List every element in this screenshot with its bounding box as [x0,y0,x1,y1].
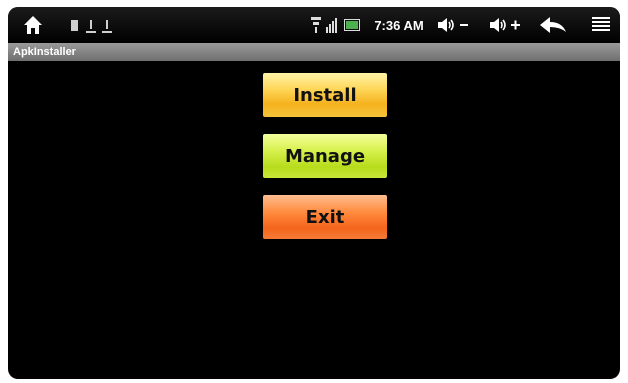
back-icon[interactable] [538,16,568,34]
manage-button[interactable]: Manage [263,134,387,178]
install-button[interactable]: Install [263,73,387,117]
home-icon[interactable] [22,14,44,36]
download-icon [102,19,112,33]
app-title-bar: ApkInstaller [8,43,620,61]
volume-down-icon[interactable] [436,16,472,34]
status-bar: 7:36 AM [8,7,620,43]
notification-icons[interactable] [70,19,112,33]
download-icon [86,19,96,33]
clock: 7:36 AM [374,17,424,33]
signal-icon [326,17,338,33]
battery-icon [344,19,360,31]
volume-up-icon[interactable] [488,16,524,34]
sd-card-icon [70,19,80,33]
exit-button[interactable]: Exit [263,195,387,239]
device-screen: 7:36 AM ApkInstaller Install Manage Exit [8,7,620,379]
wifi-icon [311,17,321,33]
menu-icon[interactable] [592,16,610,34]
